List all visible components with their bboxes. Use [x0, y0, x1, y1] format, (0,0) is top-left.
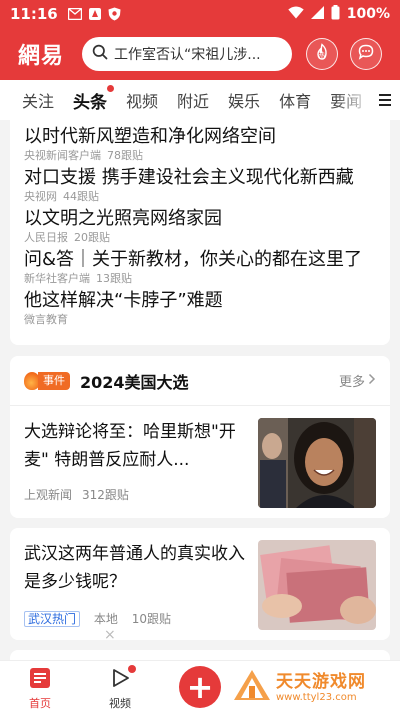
- search-placeholder: 工作室否认“宋祖儿涉...: [114, 47, 261, 63]
- nav-home[interactable]: 首页: [18, 667, 62, 710]
- status-time: 11:16: [10, 5, 58, 23]
- headline-title: 问&答｜关于新教材，你关心的都在这里了: [24, 249, 363, 270]
- headline-source: 新华社客户端: [24, 272, 90, 285]
- headline-item[interactable]: 以文明之光照亮网络家园 人民日报 20跟贴: [24, 207, 378, 245]
- article-card: 武汉这两年普通人的真实收入是多少钱呢？ 武汉热门 本地 10跟贴 ×: [10, 528, 390, 643]
- article-comments: 312跟贴: [82, 488, 129, 502]
- wifi-icon: [288, 6, 304, 23]
- article-thumbnail: [258, 418, 376, 508]
- search-icon: [92, 44, 108, 64]
- hot-list-button[interactable]: 热: [306, 38, 338, 70]
- article-location: 本地: [93, 612, 118, 626]
- headline-item[interactable]: 以时代新风塑造和净化网络空间 央视新闻客户端 78跟贴: [24, 125, 378, 163]
- article-source: 上观新闻: [24, 488, 73, 502]
- nav-video[interactable]: 视频: [98, 665, 142, 710]
- netease-logo: 網易: [18, 43, 65, 69]
- mail-icon: [67, 7, 82, 21]
- shield-icon: [108, 7, 122, 21]
- event-tag: 事件: [38, 371, 70, 390]
- headline-title: 以时代新风塑造和净化网络空间: [24, 126, 276, 147]
- headline-title: 以文明之光照亮网络家园: [24, 208, 222, 229]
- headline-source: 央视新闻客户端: [24, 149, 101, 162]
- headline-title: 对口支援 携手建设社会主义现代化新西藏: [24, 167, 354, 188]
- event-card: 事件 2024美国大选 更多 大选辩论将至：哈里斯想"开麦" 特朗普反应耐人..…: [10, 356, 390, 518]
- watermark-logo-icon: [232, 668, 272, 702]
- event-more-link[interactable]: 更多: [339, 371, 376, 390]
- watermark-name: 天天游戏网: [276, 672, 366, 692]
- search-bar[interactable]: 工作室否认“宋祖儿涉...: [82, 37, 292, 71]
- publish-button[interactable]: +: [179, 666, 221, 708]
- headline-comments: 44跟贴: [63, 190, 99, 203]
- channel-menu-button[interactable]: [370, 80, 400, 120]
- status-bar: 11:16 100%: [0, 0, 400, 28]
- article-comments: 10跟贴: [131, 612, 171, 626]
- app-header: 11:16 100% 網易 工作室否认“宋祖儿涉... 热: [0, 0, 400, 80]
- article-title: 大选辩论将至：哈里斯想"开麦" 特朗普反应耐人...: [24, 422, 236, 470]
- svg-text:热: 热: [319, 50, 326, 59]
- event-article[interactable]: 大选辩论将至：哈里斯想"开麦" 特朗普反应耐人... 上观新闻 312跟贴: [10, 406, 390, 508]
- new-dot: [107, 84, 115, 92]
- watermark-url: www.ttyl23.com: [276, 692, 357, 703]
- app-notification-icon: [88, 7, 102, 21]
- top-headlines-card: 以时代新风塑造和净化网络空间 央视新闻客户端 78跟贴 对口支援 携手建设社会主义…: [10, 120, 390, 345]
- battery-level: 100%: [346, 6, 390, 22]
- tab-nearby[interactable]: 附近: [177, 88, 209, 112]
- article-title: 武汉这两年普通人的真实收入是多少钱呢？: [24, 544, 245, 592]
- headline-comments: 78跟贴: [107, 149, 143, 162]
- tab-sports[interactable]: 体育: [279, 88, 311, 112]
- event-title: 2024美国大选: [80, 372, 189, 392]
- video-notification-dot: [128, 665, 136, 673]
- headline-item[interactable]: 对口支援 携手建设社会主义现代化新西藏 央视网 44跟贴: [24, 166, 378, 204]
- article-thumbnail: [258, 540, 376, 630]
- headline-comments: 13跟贴: [96, 272, 132, 285]
- tab-entertainment[interactable]: 娱乐: [228, 88, 260, 112]
- channel-tabs: 关注 头条 视频 附近 娱乐 体育 要闻: [0, 80, 400, 120]
- headline-source: 央视网: [24, 190, 57, 203]
- signal-icon: [310, 5, 324, 23]
- headline-item[interactable]: 他这样解决“卡脖子”难题 微言教育: [24, 289, 378, 327]
- headline-title: 他这样解决“卡脖子”难题: [24, 290, 223, 311]
- home-news-icon: [29, 667, 51, 693]
- hot-icon: 热: [313, 43, 331, 65]
- tab-follow[interactable]: 关注: [22, 88, 54, 112]
- tab-video[interactable]: 视频: [126, 88, 158, 112]
- article-item[interactable]: 武汉这两年普通人的真实收入是多少钱呢？ 武汉热门 本地 10跟贴 ×: [10, 528, 390, 643]
- battery-icon: [331, 4, 340, 24]
- site-watermark: 天天游戏网 www.ttyl23.com: [232, 667, 366, 703]
- headline-source: 人民日报: [24, 231, 68, 244]
- chevron-right-icon: [368, 373, 376, 389]
- messages-button[interactable]: [350, 38, 382, 70]
- event-header[interactable]: 事件 2024美国大选 更多: [10, 356, 390, 406]
- chat-bubble-icon: [357, 43, 375, 65]
- topic-tag[interactable]: 武汉热门: [24, 611, 81, 627]
- dismiss-button[interactable]: ×: [104, 627, 116, 643]
- event-badge: 事件: [24, 371, 70, 391]
- headline-item[interactable]: 问&答｜关于新教材，你关心的都在这里了 新华社客户端 13跟贴: [24, 248, 378, 286]
- headline-comments: 20跟贴: [74, 231, 110, 244]
- app-bar: 網易 工作室否认“宋祖儿涉... 热: [0, 28, 400, 80]
- headline-source: 微言教育: [24, 313, 68, 326]
- tab-headlines[interactable]: 头条: [73, 84, 115, 113]
